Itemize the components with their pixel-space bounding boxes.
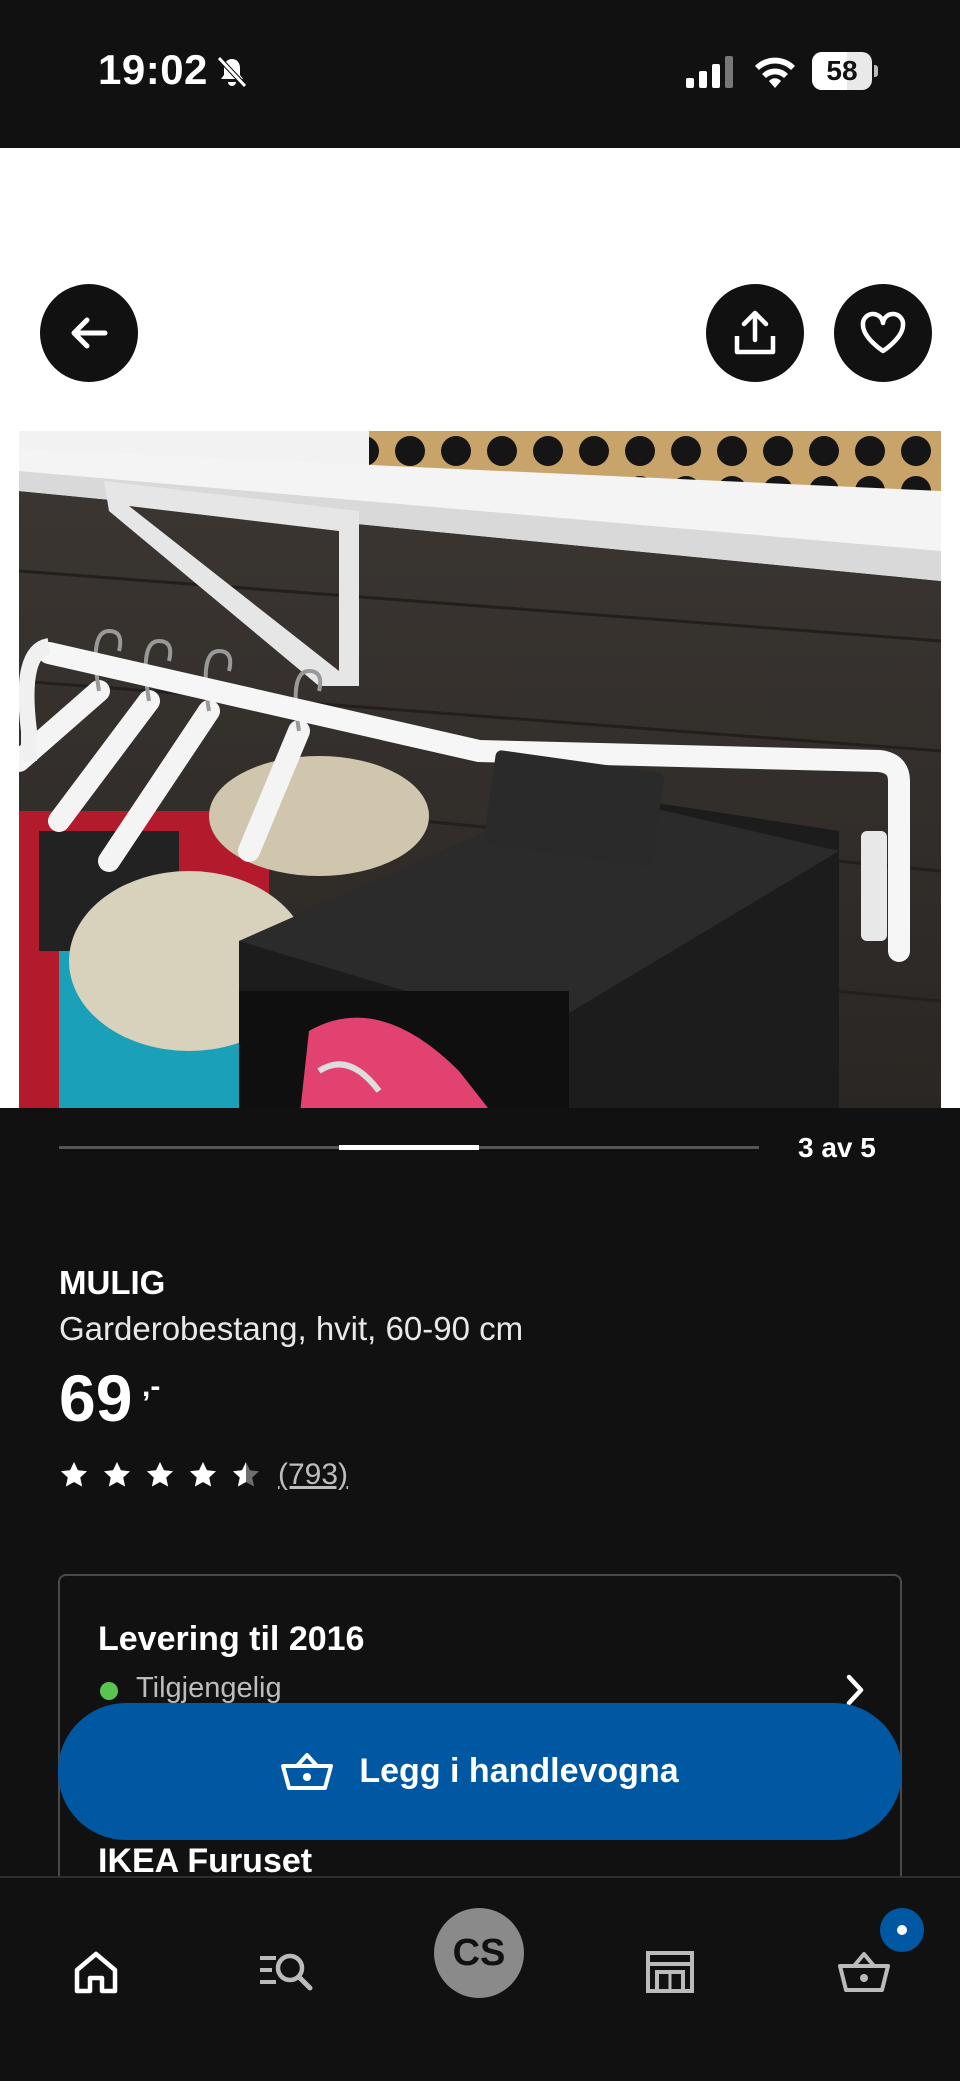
availability-dot [100, 1682, 118, 1700]
home-icon [74, 1951, 118, 1994]
product-rating[interactable]: (793) [59, 1458, 348, 1492]
price-suffix: ,- [142, 1370, 161, 1403]
search-icon [260, 1953, 313, 1991]
product-name: MULIG [59, 1264, 166, 1301]
availability-text: Tilgjengelig [136, 1672, 282, 1704]
product-price: 69 [59, 1361, 133, 1435]
store-icon [646, 1951, 694, 1993]
add-to-cart-button[interactable]: Legg i handlevogna [58, 1703, 902, 1840]
back-button[interactable] [40, 284, 138, 382]
carousel-track[interactable] [59, 1145, 759, 1150]
star-icon [104, 1462, 130, 1487]
star-icon [147, 1462, 173, 1487]
battery-percentage: 58 [826, 55, 858, 86]
cart-badge [880, 1908, 924, 1952]
status-time: 19:02 [98, 46, 208, 93]
review-count-link[interactable]: (793) [278, 1458, 348, 1492]
star-icon [61, 1462, 87, 1487]
arrow-left-icon [71, 317, 108, 349]
chevron-right-icon[interactable] [840, 1672, 870, 1708]
star-icon [233, 1462, 259, 1487]
product-image-area[interactable] [0, 148, 960, 1108]
rating-stars [59, 1460, 274, 1490]
add-to-cart-label: Legg i handlevogna [359, 1752, 679, 1790]
product-photo[interactable] [19, 431, 941, 1108]
share-icon [734, 310, 776, 355]
bottom-navigation: CS [0, 1876, 960, 2081]
star-icon [190, 1462, 216, 1487]
nav-profile-avatar[interactable]: CS [434, 1908, 524, 1998]
bell-muted-icon [217, 56, 247, 88]
cart-icon [838, 1952, 890, 1992]
heart-icon [860, 311, 906, 354]
image-carousel-indicator: 3 av 5 [0, 1108, 960, 1188]
carousel-position [339, 1145, 479, 1150]
basket-icon [281, 1752, 334, 1790]
status-bar: 19:02 58 [0, 0, 960, 148]
carousel-counter: 3 av 5 [798, 1132, 876, 1163]
battery-indicator: 58 [812, 52, 878, 90]
nav-search[interactable] [256, 1942, 316, 2002]
nav-cart[interactable] [834, 1942, 894, 2002]
signal-icon [686, 56, 733, 88]
nav-home[interactable] [66, 1942, 126, 2002]
delivery-title: Levering til 2016 [98, 1620, 365, 1658]
favorite-button[interactable] [834, 284, 932, 382]
nav-store[interactable] [640, 1942, 700, 2002]
wifi-icon [755, 57, 795, 88]
product-description: Garderobestang, hvit, 60-90 cm [59, 1310, 524, 1347]
share-button[interactable] [706, 284, 804, 382]
